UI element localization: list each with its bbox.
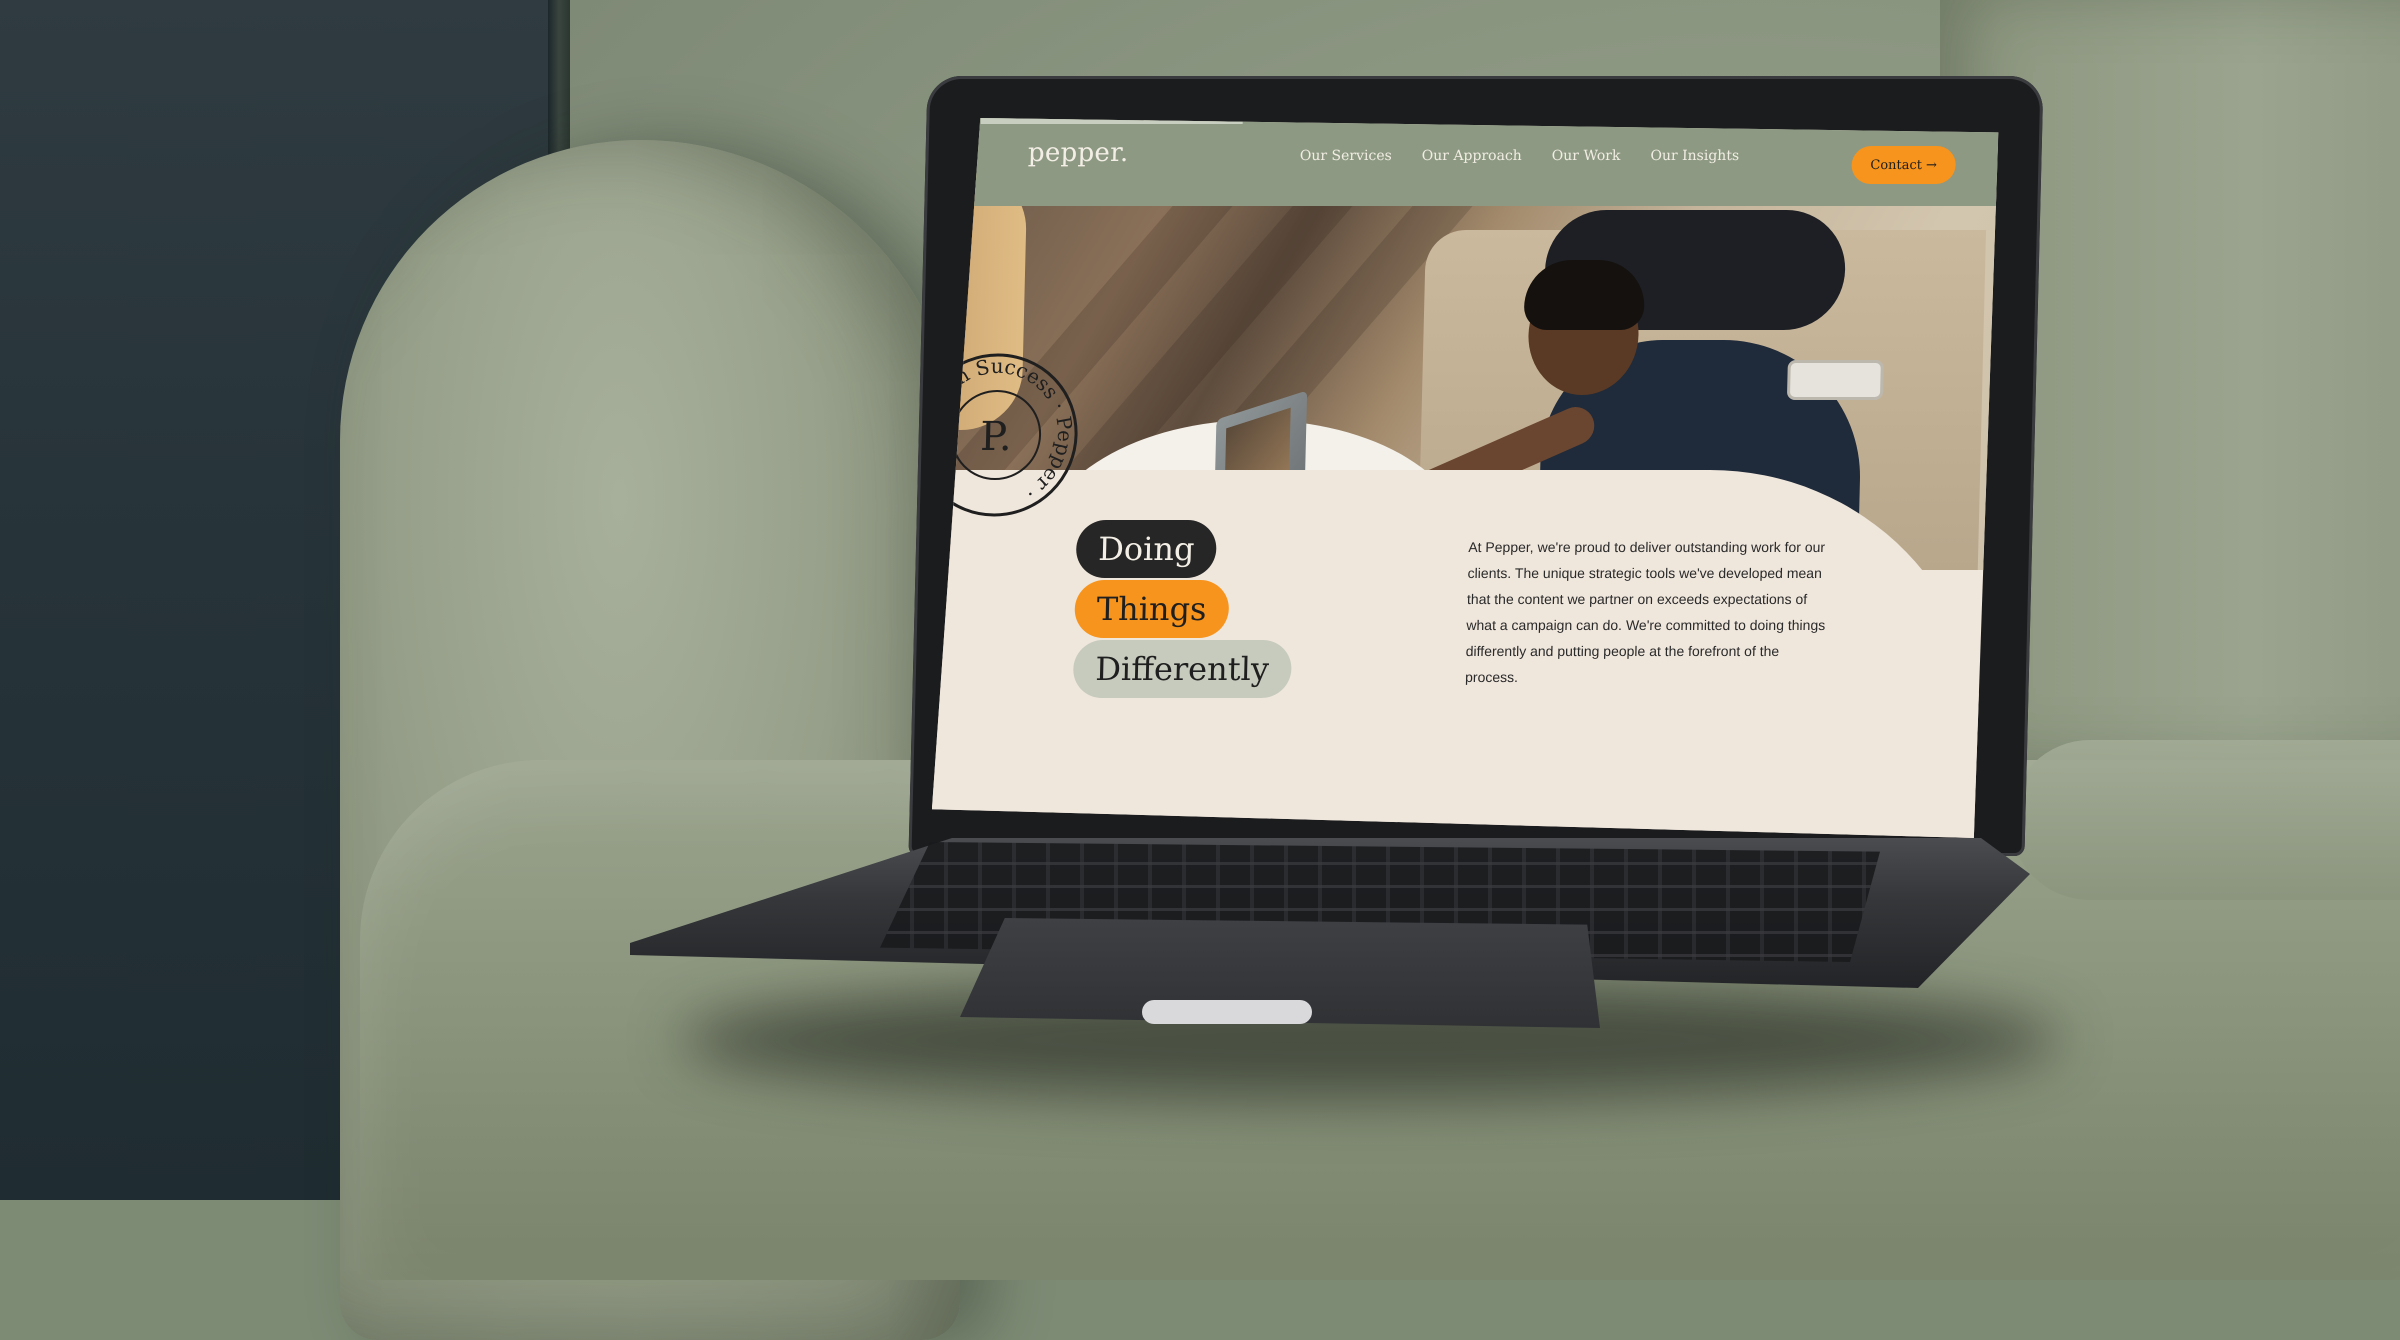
chair-cushion-fold [2010, 740, 2400, 900]
headline-pill-things: Things [1074, 580, 1229, 638]
site-header: pepper. Our Services Our Approach Our Wo… [947, 118, 1999, 206]
arrow-right-icon: → [1925, 157, 1938, 173]
headline-pill-doing: Doing [1076, 520, 1218, 578]
laptop-notch [1142, 1000, 1312, 1024]
main-nav: Our Services Our Approach Our Work Our I… [1300, 148, 1740, 164]
hero-phone [1787, 360, 1884, 400]
intro-paragraph: At Pepper, we're proud to deliver outsta… [1464, 539, 1826, 685]
hero-person-hair [1524, 260, 1646, 330]
headline-pill-differently: Differently [1073, 640, 1292, 698]
contact-button[interactable]: Contact → [1851, 146, 1956, 184]
contact-button-label: Contact [1870, 157, 1923, 173]
laptop-screen: pepper. Our Services Our Approach Our Wo… [931, 118, 1999, 838]
nav-link-our-approach[interactable]: Our Approach [1422, 148, 1522, 164]
nav-link-our-work[interactable]: Our Work [1552, 148, 1621, 164]
site-logo[interactable]: pepper. [1028, 138, 1129, 168]
nav-link-our-services[interactable]: Our Services [1300, 148, 1392, 164]
nav-link-our-insights[interactable]: Our Insights [1650, 148, 1739, 164]
badge-monogram: P. [980, 414, 1013, 460]
